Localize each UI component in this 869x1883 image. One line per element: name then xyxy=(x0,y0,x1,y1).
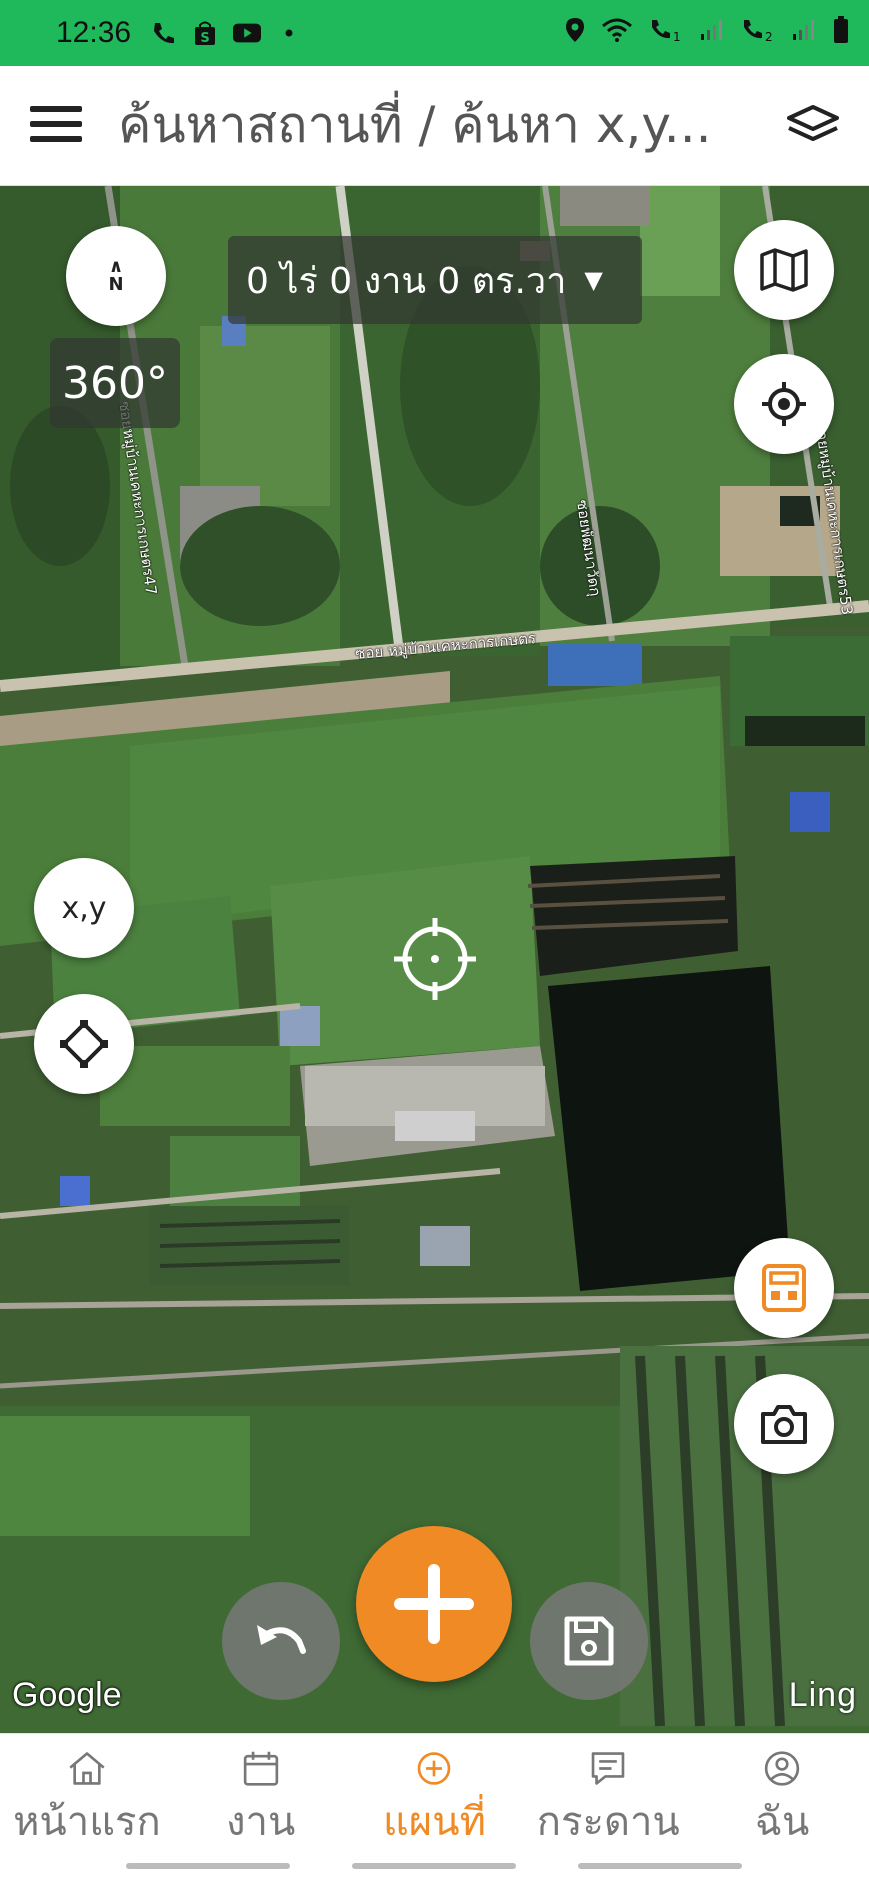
app-bar: ค้นหาสถานที่ / ค้นหา x,y... xyxy=(0,66,869,186)
nav-home[interactable]: หน้าแรก xyxy=(0,1734,174,1853)
calculator-icon xyxy=(762,1264,806,1312)
ling-attribution: Ling xyxy=(788,1676,857,1714)
volte2-icon: 2 xyxy=(741,17,775,49)
nav-tasks[interactable]: งาน xyxy=(174,1734,348,1853)
add-point-button[interactable] xyxy=(356,1526,512,1682)
calculator-button[interactable] xyxy=(734,1238,834,1338)
menu-icon[interactable] xyxy=(30,104,82,148)
camera-icon xyxy=(761,1405,807,1444)
chevron-down-icon: ▼ xyxy=(584,266,603,294)
crosshair-icon xyxy=(392,916,478,1006)
compass-button[interactable]: ∧ N xyxy=(66,226,166,326)
xy-button[interactable]: x,y xyxy=(34,858,134,958)
save-button[interactable] xyxy=(530,1582,648,1700)
svg-text:2: 2 xyxy=(765,30,773,43)
wifi-icon xyxy=(601,18,633,48)
nav-tasks-label: งาน xyxy=(226,1799,296,1845)
gesture-pill xyxy=(578,1863,742,1869)
nav-map[interactable]: แผนที่ xyxy=(348,1734,522,1853)
map-type-button[interactable] xyxy=(734,220,834,320)
undo-icon xyxy=(257,1625,306,1654)
board-icon xyxy=(591,1752,625,1785)
save-icon xyxy=(564,1616,614,1666)
location-icon xyxy=(565,17,585,49)
status-bar: 12:36 S 1 2 xyxy=(0,0,869,66)
camera-button[interactable] xyxy=(734,1374,834,1474)
map-view[interactable]: ซอย หมู่บ้านเคหะการเกษตร ซอยหมู่บ้านเคหะ… xyxy=(0,186,869,1733)
profile-icon xyxy=(764,1751,800,1786)
home-icon xyxy=(69,1752,105,1785)
layers-icon[interactable] xyxy=(787,104,839,148)
gesture-bar xyxy=(0,1853,869,1883)
gesture-pill xyxy=(126,1863,290,1869)
area-dropdown[interactable]: 0 ไร่ 0 งาน 0 ตร.วา ▼ xyxy=(228,236,642,324)
target-icon xyxy=(762,382,806,426)
nav-board-label: กระดาน xyxy=(536,1799,680,1845)
nav-profile[interactable]: ฉัน xyxy=(695,1734,869,1853)
undo-button[interactable] xyxy=(222,1582,340,1700)
call-icon xyxy=(149,20,177,46)
svg-text:S: S xyxy=(200,31,209,46)
plus-icon xyxy=(394,1564,474,1644)
map-icon xyxy=(760,248,808,292)
store-icon: S xyxy=(191,20,219,46)
calendar-icon xyxy=(243,1751,278,1786)
search-title[interactable]: ค้นหาสถานที่ / ค้นหา x,y... xyxy=(118,86,711,165)
battery-icon xyxy=(833,16,849,50)
nav-home-label: หน้าแรก xyxy=(13,1799,161,1845)
dot-icon xyxy=(275,20,303,46)
map-add-icon xyxy=(418,1752,451,1785)
my-location-button[interactable] xyxy=(734,354,834,454)
volte1-icon: 1 xyxy=(649,17,683,49)
nav-map-label: แผนที่ xyxy=(383,1799,486,1845)
compass-label: N xyxy=(108,274,124,295)
nav-profile-label: ฉัน xyxy=(754,1799,810,1845)
gesture-pill xyxy=(352,1863,516,1869)
google-attribution: Google xyxy=(12,1676,122,1714)
area-value: 0 ไร่ 0 งาน 0 ตร.วา xyxy=(246,260,567,302)
diamond-icon xyxy=(60,1020,108,1068)
bottom-nav: หน้าแรก งาน แผนที่ กระดาน ฉัน xyxy=(0,1733,869,1853)
nav-board[interactable]: กระดาน xyxy=(521,1734,695,1853)
status-time: 12:36 xyxy=(56,16,132,49)
rotation-button[interactable]: 360° xyxy=(50,338,180,428)
vertex-button[interactable] xyxy=(34,994,134,1094)
signal1-icon xyxy=(699,18,725,48)
svg-text:1: 1 xyxy=(673,30,681,43)
youtube-icon xyxy=(233,20,262,46)
signal2-icon xyxy=(791,18,817,48)
